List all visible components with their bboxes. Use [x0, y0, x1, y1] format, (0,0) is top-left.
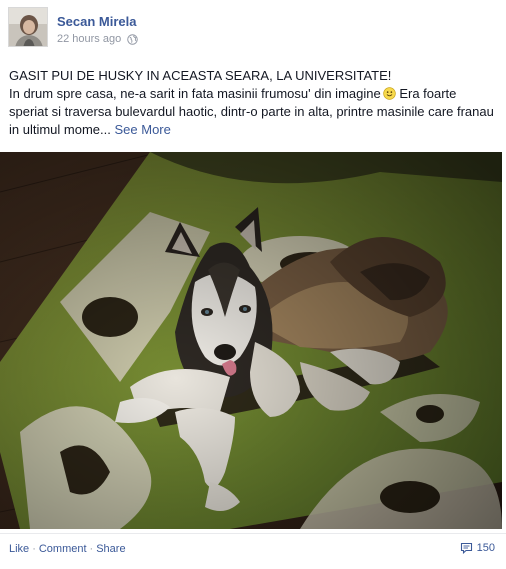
post-actions: Like · Comment · Share: [9, 543, 126, 555]
comment-button[interactable]: Comment: [39, 543, 87, 555]
share-button[interactable]: Share: [96, 543, 125, 555]
post-message-title: GASIT PUI DE HUSKY IN ACEASTA SEARA, LA …: [9, 68, 392, 83]
post-photo[interactable]: [0, 152, 502, 529]
avatar[interactable]: [8, 7, 48, 47]
post-header: Secan Mirela 22 hours ago: [8, 7, 498, 51]
author-name[interactable]: Secan Mirela: [57, 14, 137, 29]
post-timestamp[interactable]: 22 hours ago: [57, 33, 121, 45]
globe-icon[interactable]: [127, 33, 138, 45]
post-message: GASIT PUI DE HUSKY IN ACEASTA SEARA, LA …: [9, 67, 497, 139]
smile-emoji-icon: [382, 87, 396, 100]
comment-count-value: 150: [476, 542, 495, 554]
comment-bubble-icon: [460, 542, 472, 554]
separator: ·: [32, 543, 36, 555]
separator: ·: [89, 543, 94, 555]
comment-count[interactable]: 150: [460, 542, 495, 554]
post-message-body-text: In drum spre casa, ne-a sarit in fata ma…: [9, 86, 381, 101]
like-button[interactable]: Like: [9, 543, 29, 555]
post-message-body: In drum spre casa, ne-a sarit in fata ma…: [9, 85, 497, 139]
post-meta: 22 hours ago: [57, 33, 138, 45]
see-more-link[interactable]: See More: [115, 122, 171, 137]
post-footer: Like · Comment · Share 150: [0, 533, 506, 569]
